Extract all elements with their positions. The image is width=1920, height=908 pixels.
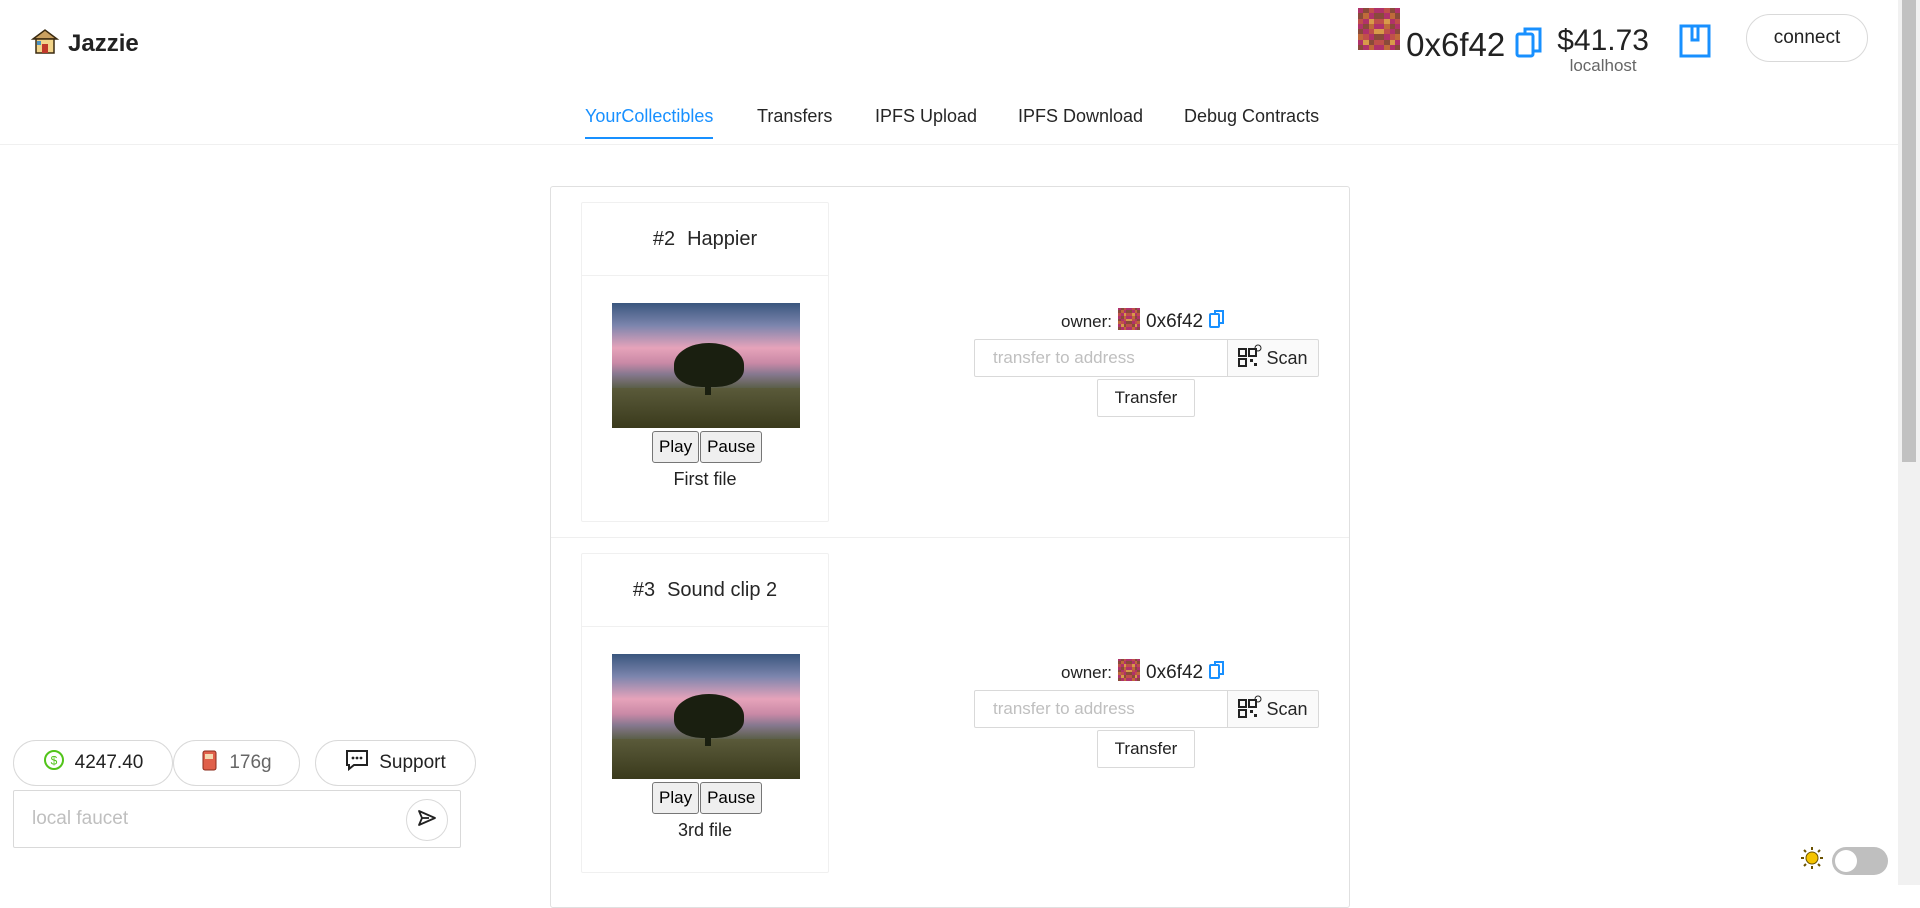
network-label: localhost (1569, 56, 1637, 75)
copy-icon[interactable] (1209, 660, 1225, 685)
balance[interactable]: $41.73 (1557, 26, 1649, 56)
tab-your-collectibles[interactable]: YourCollectibles (585, 106, 714, 139)
list-item: #3 Sound clip 2 Play Pause 3rd file owne… (551, 538, 1349, 888)
comment-icon (345, 749, 369, 777)
wallet-icon[interactable] (1679, 24, 1711, 63)
faucet-send-button[interactable] (406, 799, 448, 841)
faucet-input[interactable] (14, 791, 394, 847)
connect-button[interactable]: connect (1746, 14, 1868, 62)
transfer-button[interactable]: Transfer (1097, 379, 1195, 417)
page-scrollbar[interactable] (1898, 0, 1920, 885)
send-icon (417, 808, 437, 833)
header: Jazzie 0x6f42 $41.73 localhost connect (0, 0, 1898, 80)
theme-toggle[interactable] (1832, 846, 1888, 875)
svg-text:$: $ (50, 754, 57, 768)
token-name: Happier (687, 227, 758, 250)
transfer-address-input[interactable] (974, 339, 1228, 377)
qrcode-icon (1238, 344, 1262, 373)
gas-pump-icon (201, 748, 219, 778)
app-name: Jazzie (68, 29, 139, 57)
copy-icon[interactable] (1515, 26, 1543, 65)
app-logo[interactable]: Jazzie (30, 26, 139, 61)
token-name: Sound clip 2 (667, 578, 778, 601)
transfer-button[interactable]: Transfer (1097, 730, 1195, 768)
card-title: #3 Sound clip 2 (582, 554, 828, 627)
play-button[interactable]: Play (652, 431, 700, 463)
balance-block: $41.73 localhost (1557, 26, 1649, 76)
owner-avatar (1118, 307, 1141, 330)
play-button[interactable]: Play (652, 782, 700, 814)
owner-label: owner: (1061, 662, 1113, 682)
pause-button[interactable]: Pause (700, 431, 763, 463)
list-item: #2 Happier Play Pause First file owner: … (551, 187, 1349, 538)
scan-button[interactable]: Scan (1227, 690, 1319, 728)
sun-icon (1800, 846, 1824, 875)
faucet-form (13, 790, 461, 848)
dollar-circle-icon: $ (43, 749, 65, 777)
scan-label: Scan (1266, 698, 1308, 719)
scan-button[interactable]: Scan (1227, 339, 1319, 377)
eth-price-button[interactable]: $ 4247.40 (13, 740, 173, 786)
owner-info: owner: 0x6f42 (1061, 307, 1225, 334)
file-name: 3rd file (677, 820, 733, 840)
transfer-address-input[interactable] (974, 690, 1228, 728)
collectible-image (612, 654, 800, 779)
owner-address[interactable]: 0x6f42 (1146, 662, 1203, 684)
collectible-image (612, 303, 800, 428)
qrcode-icon (1238, 695, 1262, 724)
account-area: 0x6f42 $41.73 localhost connect (1358, 8, 1868, 76)
gas-price-button[interactable]: 176g (173, 740, 300, 786)
token-id: #3 (632, 578, 656, 601)
tab-transfers[interactable]: Transfers (757, 106, 832, 137)
file-name: First file (673, 469, 737, 489)
support-button[interactable]: Support (315, 740, 476, 786)
owner-address[interactable]: 0x6f42 (1146, 311, 1203, 333)
card-title: #2 Happier (582, 203, 828, 276)
support-label: Support (379, 752, 446, 773)
pause-button[interactable]: Pause (700, 782, 763, 814)
owner-avatar (1118, 658, 1141, 681)
scrollbar-thumb[interactable] (1902, 0, 1916, 462)
avatar (1358, 8, 1401, 50)
tab-debug-contracts[interactable]: Debug Contracts (1184, 106, 1319, 137)
collectible-card: #2 Happier Play Pause First file (581, 202, 829, 522)
collectibles-list: #2 Happier Play Pause First file owner: … (550, 186, 1350, 908)
audio-controls: Play Pause (652, 431, 763, 463)
gas-price: 176g (229, 752, 272, 773)
copy-icon[interactable] (1209, 309, 1225, 334)
theme-switch-area (1800, 846, 1888, 875)
collectible-card: #3 Sound clip 2 Play Pause 3rd file (581, 553, 829, 873)
scan-label: Scan (1266, 347, 1308, 368)
owner-label: owner: (1061, 311, 1113, 331)
house-icon (30, 26, 60, 61)
account-address[interactable]: 0x6f42 (1406, 26, 1505, 64)
owner-info: owner: 0x6f42 (1061, 658, 1225, 685)
tab-ipfs-upload[interactable]: IPFS Upload (875, 106, 977, 137)
audio-controls: Play Pause (652, 782, 763, 814)
token-id: #2 (652, 227, 676, 250)
tab-ipfs-download[interactable]: IPFS Download (1018, 106, 1143, 137)
eth-price: 4247.40 (74, 752, 144, 773)
nav-tabs: YourCollectibles Transfers IPFS Upload I… (0, 100, 1898, 145)
